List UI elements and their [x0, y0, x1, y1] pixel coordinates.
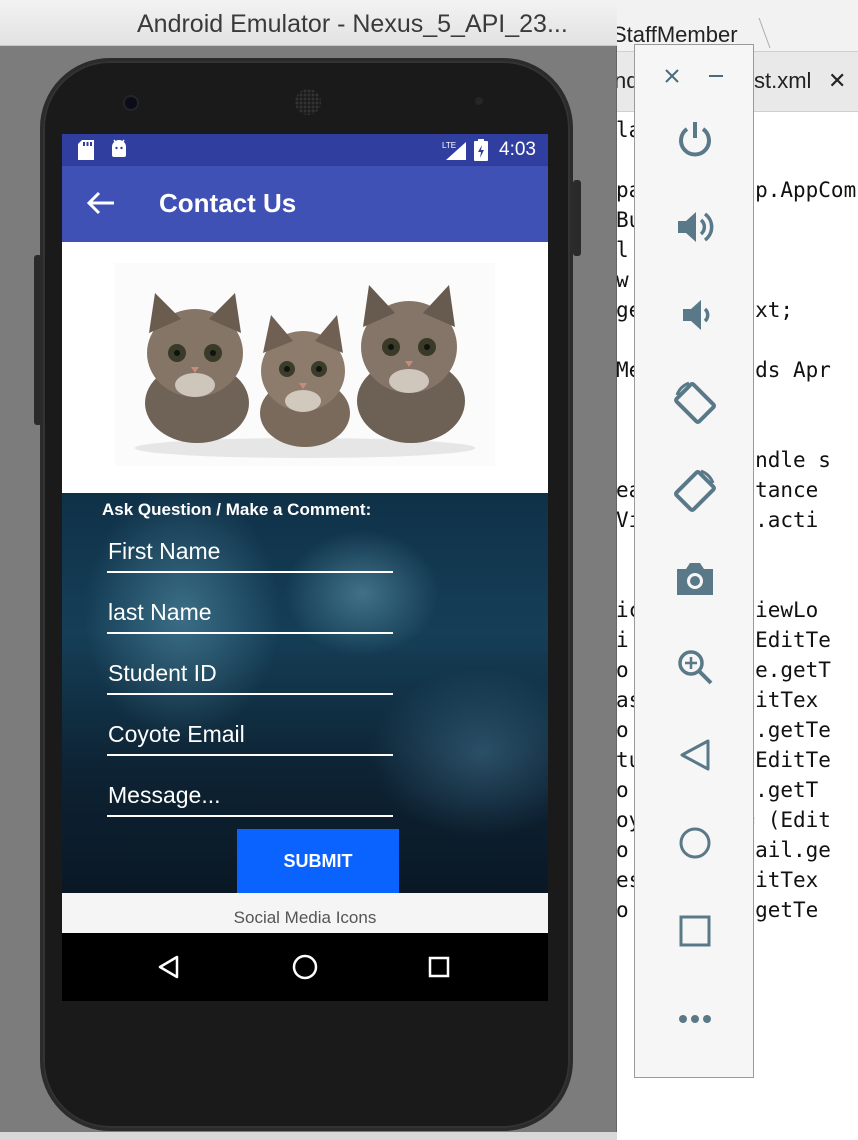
form-heading: Ask Question / Make a Comment: — [102, 500, 372, 519]
emulator-control-panel — [634, 44, 754, 1078]
volume-up-icon[interactable] — [669, 201, 721, 253]
nav-home-icon[interactable] — [292, 954, 318, 980]
social-media-section: Social Media Icons — [62, 893, 548, 933]
nav-back-icon[interactable] — [157, 955, 179, 979]
front-camera — [125, 97, 137, 109]
app-toolbar: Contact Us — [62, 166, 548, 242]
signal-icon: LTE — [442, 141, 466, 160]
zoom-icon[interactable] — [669, 641, 721, 693]
emulator-title-bar[interactable]: Android Emulator - Nexus_5_API_23... — [0, 0, 617, 46]
android-icon — [112, 139, 126, 157]
power-icon[interactable] — [669, 113, 721, 165]
close-tab-icon[interactable]: ✕ — [828, 68, 846, 94]
back-icon[interactable] — [669, 729, 721, 781]
close-icon[interactable] — [663, 67, 681, 85]
emulator-window: Android Emulator - Nexus_5_API_23... LTE… — [0, 0, 617, 1140]
home-icon[interactable] — [669, 817, 721, 869]
last-name-field[interactable]: last Name — [107, 590, 393, 634]
rotate-left-icon[interactable] — [669, 377, 721, 429]
desktop: StaffMember ndi st.xml ✕ la pa p.AppCom Bu… — [0, 0, 858, 1140]
contact-form: Ask Question / Make a Comment: First Nam… — [62, 493, 548, 893]
more-icon[interactable] — [669, 993, 721, 1045]
social-media-label: Social Media Icons — [233, 908, 377, 927]
emulator-bottom-strip — [0, 1132, 617, 1140]
volume-rocker — [34, 255, 42, 425]
volume-down-icon[interactable] — [669, 289, 721, 341]
kittens-image — [115, 263, 495, 466]
navigation-bar — [62, 933, 548, 1001]
camera-icon[interactable] — [669, 553, 721, 605]
power-side-button — [573, 180, 581, 256]
message-hint: Message... — [108, 782, 221, 808]
message-field[interactable]: Message... — [107, 773, 393, 817]
phone-screen: LTE 4:03 Contact Us Ask Question / Make … — [62, 134, 548, 1001]
earpiece-speaker — [295, 89, 321, 115]
code-line: l — [616, 238, 629, 262]
status-time: 4:03 — [499, 139, 536, 160]
rotate-right-icon[interactable] — [669, 465, 721, 517]
nav-overview-icon[interactable] — [428, 956, 450, 978]
network-type: LTE — [442, 141, 456, 150]
student-id-hint: Student ID — [108, 660, 217, 686]
code-line: w — [616, 268, 629, 292]
last-name-hint: last Name — [108, 599, 212, 625]
ide-tab-2[interactable]: st.xml — [754, 68, 811, 94]
battery-icon — [474, 139, 488, 161]
status-bar: LTE 4:03 — [62, 134, 548, 166]
header-image-container — [62, 242, 548, 493]
overview-icon[interactable] — [669, 905, 721, 957]
submit-button[interactable]: SUBMIT — [237, 829, 399, 893]
page-title: Contact Us — [159, 188, 297, 218]
minimize-icon[interactable] — [707, 67, 725, 85]
first-name-hint: First Name — [108, 538, 221, 564]
emulator-window-title: Android Emulator - Nexus_5_API_23... — [137, 10, 568, 38]
first-name-field[interactable]: First Name — [107, 529, 393, 573]
sd-card-icon — [78, 140, 94, 160]
coyote-email-hint: Coyote Email — [108, 721, 245, 747]
back-arrow-icon[interactable] — [84, 186, 118, 220]
proximity-sensor — [475, 97, 483, 105]
student-id-field[interactable]: Student ID — [107, 651, 393, 695]
coyote-email-field[interactable]: Coyote Email — [107, 712, 393, 756]
